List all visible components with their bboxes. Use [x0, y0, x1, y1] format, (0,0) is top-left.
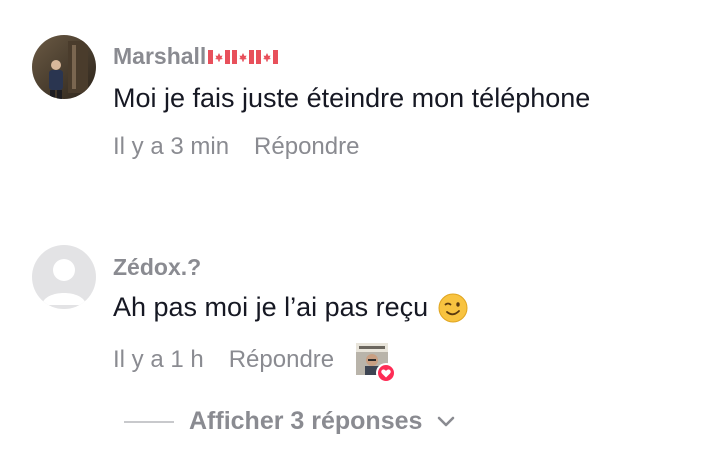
timestamp: Il y a 3 min	[113, 133, 230, 160]
username-text[interactable]: Zédox.?	[113, 254, 201, 281]
comment-text-content: Ah pas moi je l’ai pas reçu	[113, 292, 429, 322]
canada-flag-icon	[256, 49, 279, 64]
canada-flag-icon	[208, 49, 231, 64]
comment-text: Moi je fais juste éteindre mon téléphone	[113, 83, 591, 113]
default-avatar-icon[interactable]	[32, 245, 96, 309]
comment-meta: Il y a 3 min Répondre	[113, 133, 359, 161]
chevron-down-icon[interactable]	[436, 416, 456, 428]
comment-thread: Marshall Moi je fais juste éteindre mon …	[0, 0, 720, 450]
show-replies-label[interactable]: Afficher 3 réponses	[189, 407, 422, 436]
canada-flag-icon	[232, 49, 255, 64]
comment-meta: Il y a 1 h Répondre	[113, 343, 397, 383]
timestamp: Il y a 1 h	[113, 346, 204, 373]
divider	[124, 420, 174, 423]
comment-text: Ah pas moi je l’ai pas reçu	[113, 292, 468, 323]
flags	[208, 49, 279, 64]
avatar[interactable]	[32, 35, 96, 99]
username[interactable]: Zédox.?	[113, 254, 201, 281]
username[interactable]: Marshall	[113, 43, 279, 70]
heart-icon	[376, 363, 397, 383]
reply-button[interactable]: Répondre	[229, 346, 334, 374]
show-replies-button[interactable]: Afficher 3 réponses	[124, 407, 456, 436]
liked-by-creator	[356, 343, 397, 383]
reply-button[interactable]: Répondre	[254, 133, 359, 161]
username-text[interactable]: Marshall	[113, 43, 206, 70]
winking-face-emoji-icon	[438, 293, 468, 322]
